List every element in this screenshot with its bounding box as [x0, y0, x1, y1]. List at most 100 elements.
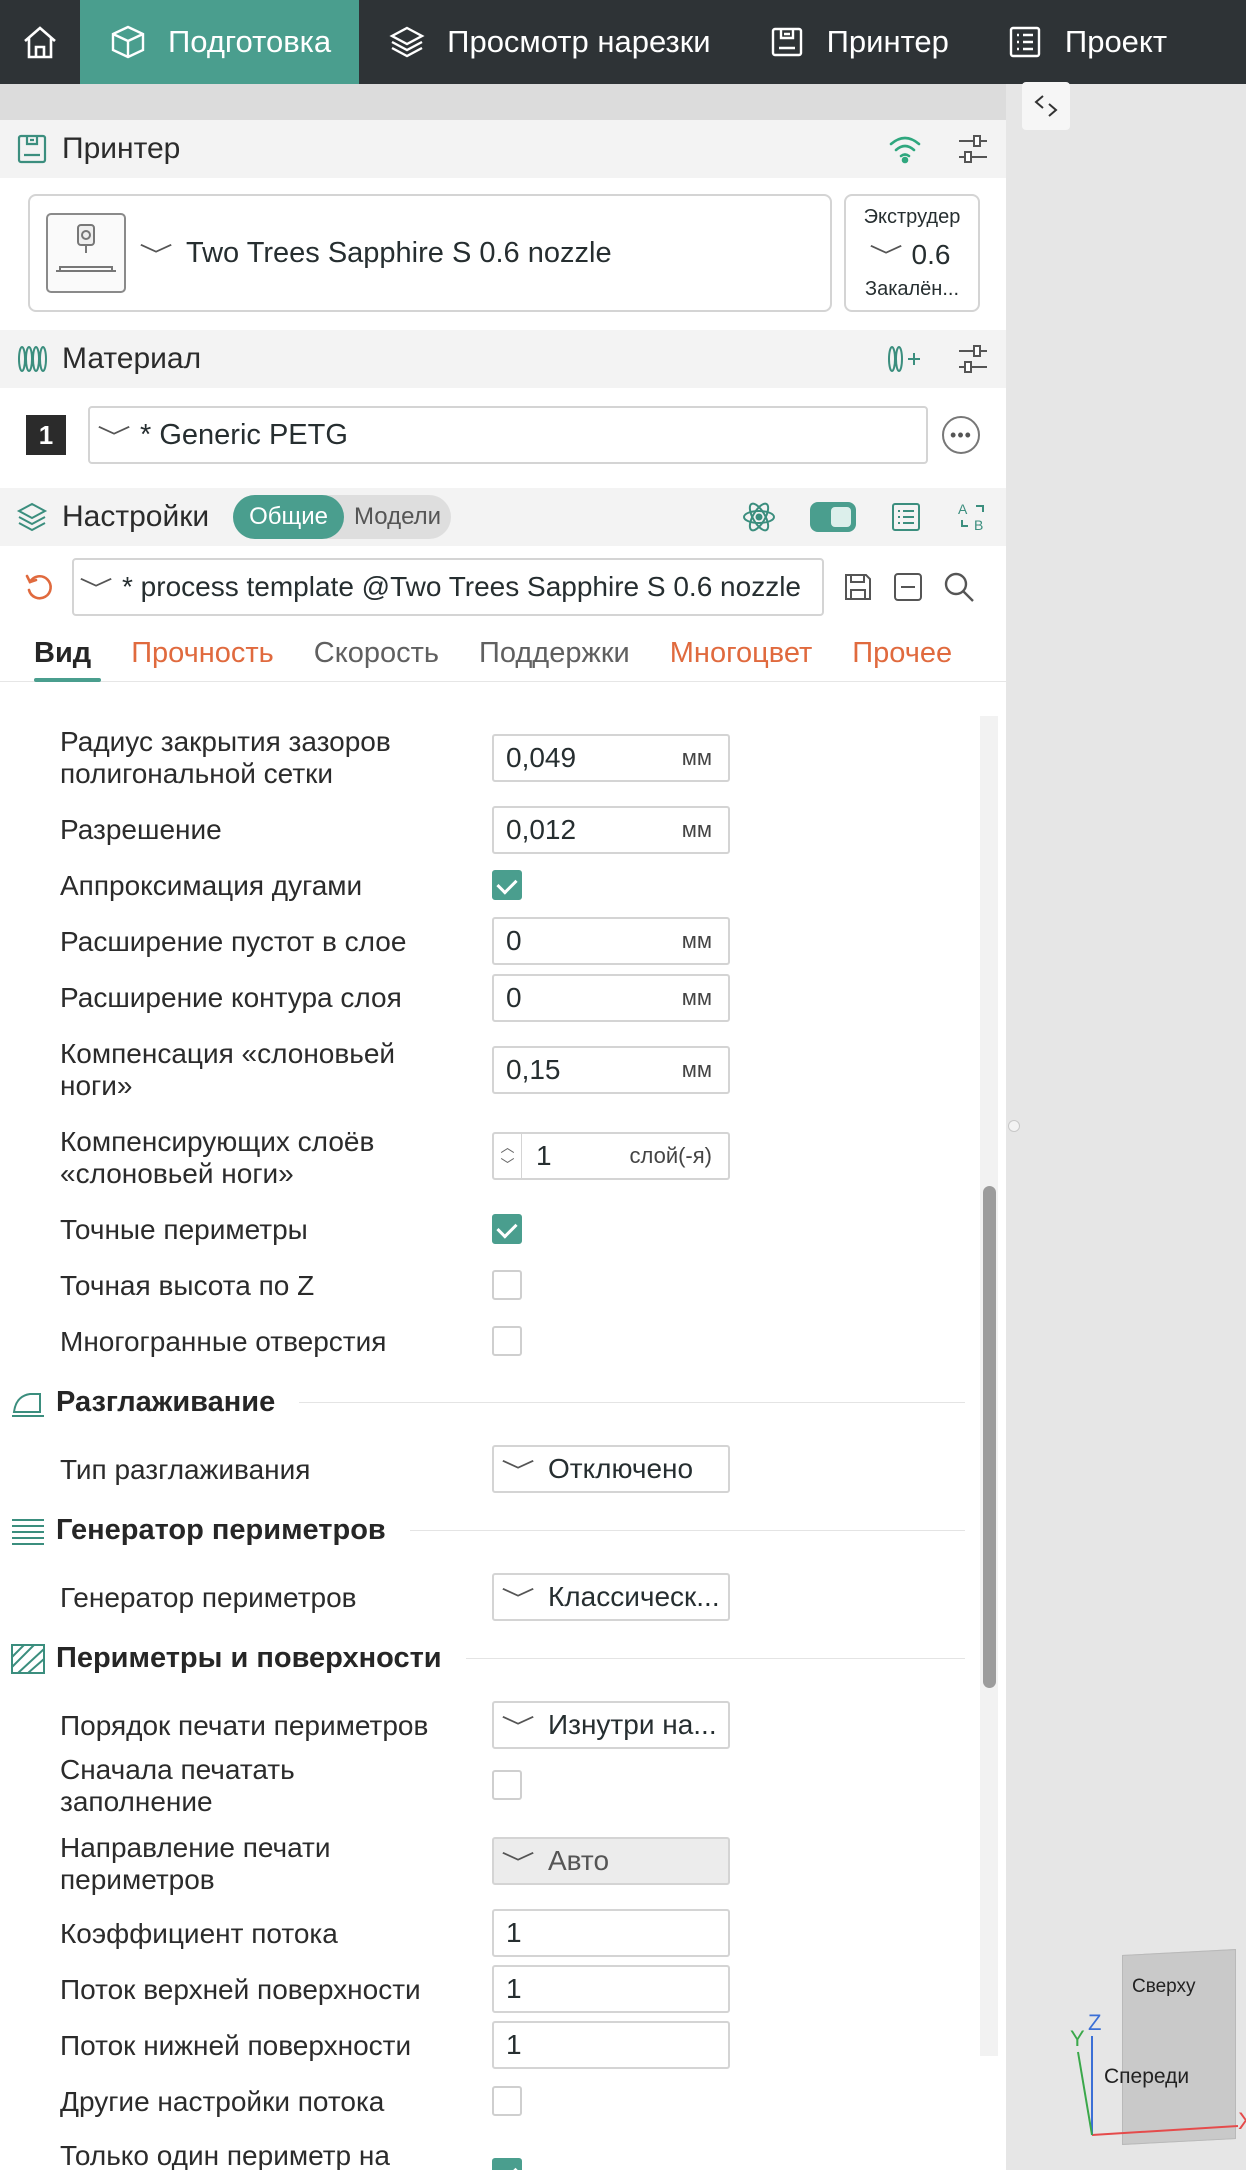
- compare-icon[interactable]: [890, 501, 922, 533]
- tab-strength[interactable]: Прочность: [111, 626, 294, 682]
- setting-label: Сначала печатать заполнение: [60, 1754, 295, 1818]
- material-select[interactable]: ﹀ * Generic PETG: [88, 406, 928, 464]
- filament-icon: [18, 346, 47, 372]
- tab-printer[interactable]: Принтер: [739, 0, 977, 84]
- collapse-arrows-icon: [1034, 95, 1058, 117]
- wall-generator-select[interactable]: ﹀ Классическ...: [492, 1573, 730, 1621]
- tab-prepare[interactable]: Подготовка: [80, 0, 360, 84]
- setting-label-line: Компенсирующих слоёв: [60, 1126, 375, 1157]
- tab-printer-label: Принтер: [826, 24, 949, 59]
- printer-preset-select[interactable]: ﹀ Two Trees Sapphire S 0.6 nozzle: [28, 194, 832, 312]
- precise-z-checkbox[interactable]: [492, 1270, 522, 1300]
- setting-label-line: периметров: [60, 1864, 215, 1895]
- field-value: 0,15: [506, 1054, 561, 1085]
- material-section-title: Материал: [62, 342, 202, 375]
- wall-order-select[interactable]: ﹀ Изнутри на...: [492, 1701, 730, 1749]
- global-object-toggle: Общие Модели: [233, 495, 452, 539]
- contour-xy-compensation-input[interactable]: 0 мм: [492, 974, 730, 1022]
- atom-icon[interactable]: [742, 500, 776, 534]
- material-settings-icon[interactable]: [956, 342, 990, 376]
- toggle-objects[interactable]: Модели: [344, 503, 451, 531]
- process-preset-select[interactable]: ﹀ * process template @Two Trees Sapphire…: [72, 558, 824, 616]
- field-unit: мм: [681, 928, 712, 953]
- chevron-down-icon: ﹀: [868, 244, 903, 271]
- resolution-input[interactable]: 0,012 мм: [492, 806, 730, 854]
- bottom-surface-flow-input[interactable]: 1: [492, 2021, 730, 2069]
- panel-top-strip: [0, 84, 1006, 120]
- field-value: 1: [536, 1140, 552, 1171]
- extruder-label: Экструдер: [863, 206, 961, 228]
- setting-label-line: «слоновьей ноги»: [60, 1158, 294, 1189]
- printer-icon: [771, 27, 802, 57]
- extruder-selector[interactable]: Экструдер ﹀ 0.6 Закалён...: [844, 194, 980, 312]
- printer-icon: [17, 134, 47, 164]
- printer-settings-icon[interactable]: [956, 132, 990, 166]
- tab-support[interactable]: Поддержки: [459, 626, 650, 682]
- walls-surfaces-group-header: Периметры и поверхности: [10, 1642, 965, 1675]
- advanced-toggle[interactable]: [810, 502, 856, 532]
- setting-label: Многогранные отверстия: [60, 1326, 387, 1357]
- setting-label: Тип разглаживания: [60, 1454, 311, 1485]
- translate-icon[interactable]: AB: [956, 500, 990, 534]
- field-unit: мм: [681, 1057, 712, 1082]
- arc-fitting-checkbox[interactable]: [492, 870, 522, 900]
- field-unit: мм: [681, 985, 712, 1010]
- tab-project[interactable]: Проект: [977, 0, 1195, 84]
- svg-text:B: B: [974, 517, 983, 533]
- setting-label: Поток верхней поверхности: [60, 1974, 421, 2005]
- tab-multimaterial[interactable]: Многоцвет: [650, 626, 833, 682]
- scrollbar-thumb[interactable]: [983, 1186, 996, 1688]
- home-button[interactable]: [0, 0, 80, 84]
- stepper-arrows[interactable]: ︿ ﹀: [494, 1134, 522, 1178]
- more-options-button[interactable]: •••: [942, 416, 980, 454]
- infill-first-checkbox[interactable]: [492, 1770, 522, 1800]
- chevron-down-icon: ﹀: [501, 1714, 535, 1742]
- group-title: Генератор периметров: [56, 1514, 386, 1546]
- elephant-foot-layers-stepper[interactable]: ︿ ﹀ 1 слой(-я): [492, 1132, 730, 1180]
- extruder-value: 0.6: [911, 238, 951, 270]
- remove-icon[interactable]: [892, 571, 924, 603]
- settings-section-title: Настройки: [62, 500, 210, 533]
- tab-quality[interactable]: Вид: [14, 626, 111, 682]
- group-title: Разглаживание: [56, 1386, 276, 1418]
- add-filament-icon[interactable]: [886, 343, 922, 375]
- ironing-group-header: Разглаживание: [10, 1386, 965, 1419]
- settings-section-header: Настройки Общие Модели AB: [0, 488, 1006, 546]
- tab-speed[interactable]: Скорость: [294, 626, 459, 682]
- reset-icon[interactable]: [24, 572, 54, 602]
- tab-others[interactable]: Прочее: [832, 626, 972, 682]
- chevron-down-icon: ﹀: [501, 1458, 535, 1486]
- view-cube[interactable]: Сверху Спереди Z Y X: [1060, 1940, 1246, 2170]
- elephant-foot-input[interactable]: 0,15 мм: [492, 1046, 730, 1094]
- flow-ratio-input[interactable]: 1: [492, 1909, 730, 1957]
- top-surface-flow-input[interactable]: 1: [492, 1965, 730, 2013]
- group-divider: [465, 1658, 965, 1659]
- field-value: 1: [506, 2029, 522, 2060]
- chevron-down-icon: ﹀: [97, 424, 131, 452]
- group-title: Периметры и поверхности: [56, 1642, 442, 1674]
- wifi-icon[interactable]: [888, 134, 922, 164]
- hole-xy-compensation-input[interactable]: 0 мм: [492, 917, 730, 965]
- polyholes-checkbox[interactable]: [492, 1326, 522, 1356]
- toggle-global[interactable]: Общие: [233, 495, 345, 539]
- svg-text:A: A: [958, 501, 968, 517]
- search-icon[interactable]: [942, 570, 976, 604]
- printer-section-title: Принтер: [62, 132, 181, 165]
- wall-direction-select[interactable]: ﹀ Авто: [492, 1837, 730, 1885]
- collapse-sidebar-button[interactable]: [1022, 82, 1070, 130]
- other-flow-checkbox[interactable]: [492, 2086, 522, 2116]
- ironing-type-select[interactable]: ﹀ Отключено: [492, 1445, 730, 1493]
- single-perimeter-checkbox[interactable]: [492, 2158, 522, 2170]
- setting-label: Аппроксимация дугами: [60, 870, 363, 901]
- group-divider: [299, 1402, 965, 1403]
- panel-splitter-handle[interactable]: [1008, 1120, 1020, 1132]
- setting-label-line: ноги»: [60, 1070, 133, 1101]
- setting-label-line: Направление печати: [60, 1832, 331, 1863]
- save-icon[interactable]: [842, 571, 874, 603]
- setting-label: Расширение контура слоя: [60, 982, 402, 1013]
- slice-closing-radius-input[interactable]: 0,049 мм: [492, 734, 730, 782]
- tab-slice-preview[interactable]: Просмотр нарезки: [359, 0, 738, 84]
- tab-prepare-label: Подготовка: [168, 24, 332, 59]
- precise-wall-checkbox[interactable]: [492, 1214, 522, 1244]
- axis-z-label: Z: [1088, 2010, 1102, 2035]
